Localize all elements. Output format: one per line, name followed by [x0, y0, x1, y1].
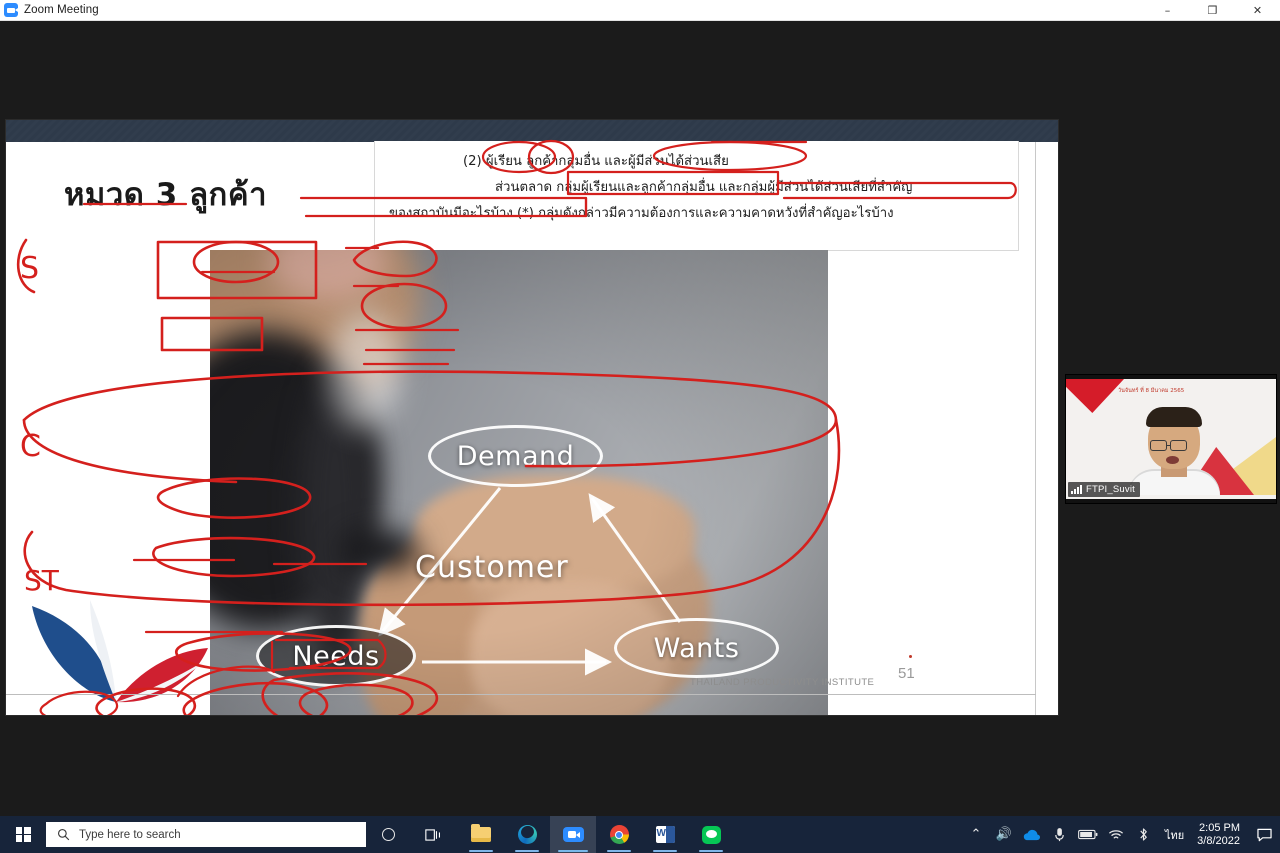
slide-footer-rule: [6, 694, 1036, 695]
slide-red-dot: [909, 655, 912, 658]
diagram-node-needs-label: Needs: [292, 640, 380, 672]
question-line-2: ส่วนตลาด กลุ่มผู้เรียนและลูกค้ากลุ่มอื่น…: [495, 180, 913, 195]
minimize-button[interactable]: –: [1145, 0, 1190, 21]
shared-screen[interactable]: หมวด 3 ลูกค้า (2) ผู้เรียน ลูกค้ากลุ่มอื…: [6, 120, 1058, 715]
start-button[interactable]: [0, 816, 46, 853]
windows-logo-icon: [15, 827, 31, 842]
diagram-node-needs: Needs: [256, 625, 416, 687]
window-controls: – ❐ ✕: [1145, 0, 1280, 21]
taskbar-app-microsoft-word[interactable]: W: [642, 816, 688, 853]
diagram-node-demand-label: Demand: [456, 440, 575, 472]
microphone-icon[interactable]: [1046, 816, 1074, 853]
language-indicator[interactable]: ไทย: [1158, 826, 1191, 844]
taskbar-app-microsoft-edge[interactable]: [504, 816, 550, 853]
diagram-center-label: Customer: [415, 550, 569, 585]
slide-page-number: 51: [898, 665, 915, 682]
clock[interactable]: 2:05 PM 3/8/2022: [1191, 816, 1248, 853]
taskbar-apps: W: [458, 816, 734, 853]
slide-question-block: (2) ผู้เรียน ลูกค้ากลุ่มอื่น และผู้มีส่ว…: [374, 141, 1019, 251]
cortana-button[interactable]: [366, 816, 410, 853]
task-view-button[interactable]: [410, 816, 456, 853]
cortana-icon: [381, 828, 395, 841]
search-placeholder: Type here to search: [79, 828, 181, 841]
diagram-node-demand: Demand: [428, 425, 603, 487]
participant-name-badge: FTPI_Suvit: [1068, 482, 1140, 497]
restore-button[interactable]: ❐: [1190, 0, 1235, 21]
show-hidden-icons-button[interactable]: ⌃: [962, 816, 990, 853]
edge-icon: [517, 825, 537, 844]
chrome-icon: [609, 825, 629, 844]
task-view-icon: [424, 828, 440, 841]
taskbar-app-google-chrome[interactable]: [596, 816, 642, 853]
slide-top-band: [6, 120, 1058, 142]
search-box[interactable]: Type here to search: [46, 822, 366, 847]
search-icon: [57, 828, 70, 841]
slide-title: หมวด 3 ลูกค้า: [64, 177, 267, 213]
question-line-1: (2) ผู้เรียน ลูกค้ากลุ่มอื่น และผู้มีส่ว…: [463, 154, 729, 169]
onedrive-icon[interactable]: [1018, 816, 1046, 853]
taskbar-app-zoom[interactable]: [550, 816, 596, 853]
taskbar-app-file-explorer[interactable]: [458, 816, 504, 853]
window-title-bar: Zoom Meeting – ❐ ✕: [0, 0, 1280, 21]
bluetooth-icon[interactable]: [1130, 816, 1158, 853]
svg-text:ST: ST: [24, 564, 60, 597]
line-icon: [701, 825, 721, 844]
banner-wedge: [1066, 379, 1124, 413]
zoom-icon: [562, 827, 584, 842]
participant-video-tile[interactable]: วันจันทร์ ที่ 8 มีนาคม 2565 FTPI_Suvit: [1065, 374, 1277, 504]
zoom-app-icon: [4, 3, 18, 17]
presentation-slide: หมวด 3 ลูกค้า (2) ผู้เรียน ลูกค้ากลุ่มอื…: [6, 120, 1058, 715]
diagram-node-wants-label: Wants: [653, 632, 740, 664]
svg-text:S: S: [20, 251, 39, 286]
system-tray: ⌃ 🔊 ไทย 2:05 PM 3/8/2022: [962, 816, 1280, 853]
wifi-icon[interactable]: [1102, 816, 1130, 853]
action-center-button[interactable]: [1248, 816, 1280, 853]
slide-photo: Demand Needs Wants Customer: [210, 250, 828, 715]
meeting-stage: หมวด 3 ลูกค้า (2) ผู้เรียน ลูกค้ากลุ่มอื…: [0, 21, 1280, 816]
battery-icon[interactable]: [1074, 816, 1102, 853]
question-line-3: ของสถาบันมีอะไรบ้าง (*) กลุ่มดังกล่าวมีค…: [389, 206, 894, 221]
close-button[interactable]: ✕: [1235, 0, 1280, 21]
slide-footer-text: THAILAND PRODUCTIVITY INSTITUTE: [690, 677, 875, 688]
slide-right-rule: [1035, 142, 1036, 715]
diagram-node-wants: Wants: [614, 618, 779, 678]
window-title: Zoom Meeting: [24, 4, 99, 16]
clock-date: 3/8/2022: [1197, 834, 1240, 847]
video-feed: วันจันทร์ ที่ 8 มีนาคม 2565: [1066, 379, 1276, 499]
file-explorer-icon: [471, 824, 491, 842]
volume-icon[interactable]: 🔊: [990, 816, 1018, 853]
banner-text: วันจันทร์ ที่ 8 มีนาคม 2565: [1118, 388, 1185, 394]
word-icon: W: [655, 826, 675, 843]
svg-text:C: C: [20, 429, 41, 464]
signal-bars-icon: [1071, 485, 1082, 494]
participant-name-label: FTPI_Suvit: [1086, 484, 1135, 495]
taskbar-app-line[interactable]: [688, 816, 734, 853]
clock-time: 2:05 PM: [1199, 821, 1240, 834]
participant-figure: [1128, 407, 1220, 495]
windows-taskbar: Type here to search W ⌃ 🔊 ไทย 2:05 PM 3/…: [0, 816, 1280, 853]
